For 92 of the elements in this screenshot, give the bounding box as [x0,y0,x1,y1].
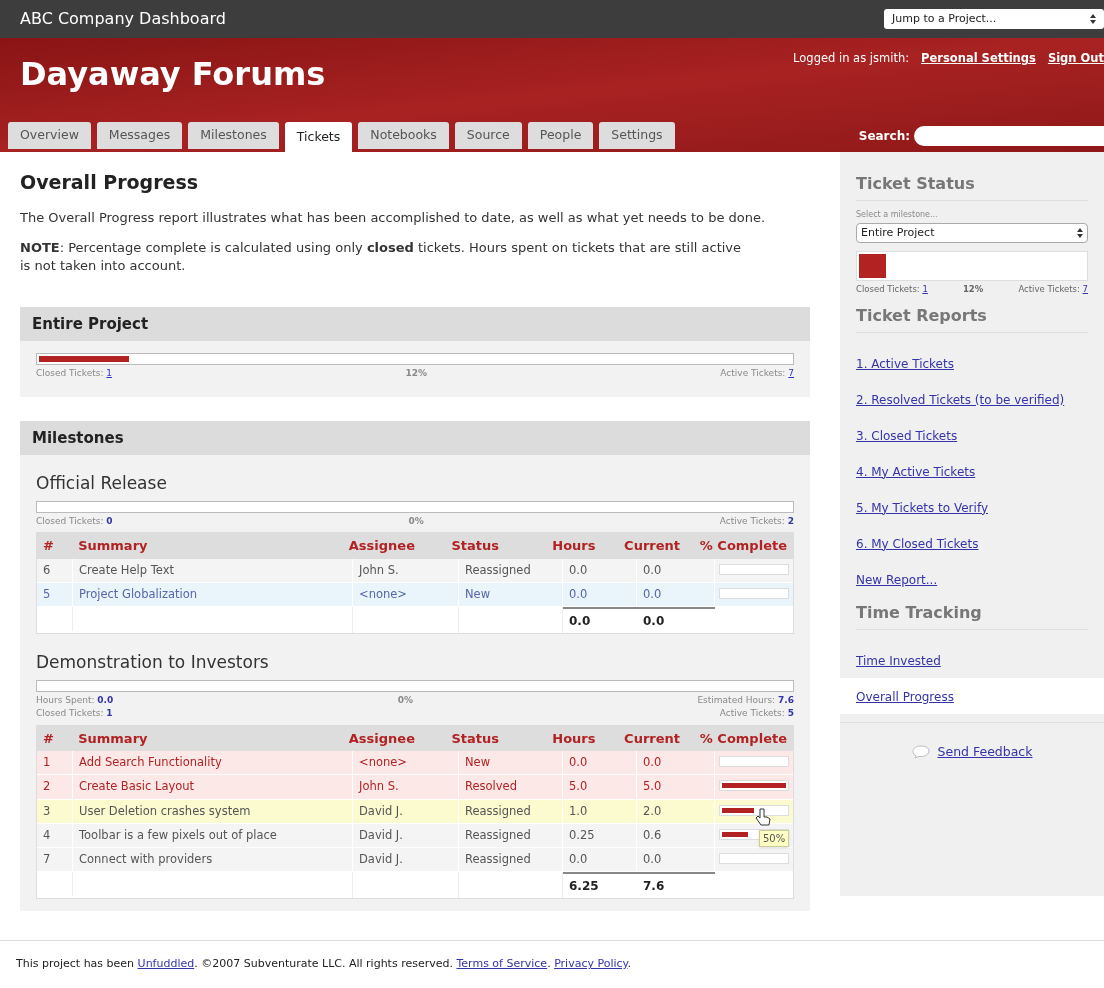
column-header: Hours [551,729,597,748]
table-cell: <none> [353,751,459,775]
table-cell: 0.0 [563,848,637,872]
total-cell: 6.25 [563,872,637,899]
table-cell: 1 [37,751,73,775]
table-cell: User Deletion crashes system [73,799,353,823]
sidebar-heading: Time Tracking [856,600,1088,630]
project-title: Dayaway Forums [20,54,326,95]
table-cell: <none> [353,582,459,606]
table-cell: 0.0 [637,558,715,582]
percent-text: 0% [397,693,413,707]
table-cell: 2 [37,775,73,799]
column-header: Status [450,537,501,555]
table-cell: Add Search Functionality [73,751,353,775]
table-cell: Reassigned [459,558,563,582]
table-cell: Project Globalization [73,582,353,606]
dashboard-title: ABC Company Dashboard [20,8,226,30]
column-header: Current [623,729,681,748]
stat-text: Closed Tickets: 1 [36,707,114,720]
column-header: # [42,537,55,555]
stat-text: Closed Tickets: 1 [36,367,113,380]
table-cell: 3 [37,799,73,823]
milestone-title: Demonstration to Investors [36,651,270,674]
note-text: NOTE: Percentage complete is calculated using only closed tickets. Hours spent on tickets that are still active is not taken into account. [20,238,743,275]
search-label: Search: [858,128,910,145]
footer-text: . [547,957,552,971]
table-cell: Create Basic Layout [73,775,353,799]
column-header: Current [623,537,681,555]
table-cell: David J. [353,799,459,823]
table-cell: 0.0 [637,582,715,606]
percent-text: 0% [408,514,424,528]
table-cell: 0.0 [637,751,715,775]
table-cell: 0.0 [563,558,637,582]
column-header: Summary [77,537,149,555]
table-cell: Connect with providers [73,848,353,872]
table-cell: New [459,751,563,775]
percent-text: 12% [962,283,984,296]
column-header: Status [450,729,501,748]
page-title: Overall Progress [20,170,200,195]
footer-text: This project has been [16,957,136,971]
table-cell: New [459,582,563,606]
table-cell: 5.0 [637,775,715,799]
stat-text: Active Tickets: 7 [720,367,794,380]
total-cell: 7.6 [637,872,715,899]
column-header: % Complete [698,537,788,555]
stat-text: Closed Tickets: 1 [856,283,928,296]
column-header: % Complete [698,729,788,748]
table-cell: John S. [353,775,459,799]
sidebar-heading: Ticket Reports [856,303,1088,333]
table-cell: Resolved [459,775,563,799]
stat-text: Active Tickets: 7 [1018,283,1088,296]
sidebar-heading: Ticket Status [856,172,1088,201]
section-heading: Entire Project [20,306,810,341]
table-cell: 7 [37,848,73,872]
column-header: Assignee [347,729,416,748]
intro-text: The Overall Progress report illustrates what has been accomplished to date, as well as what yet needs to be done. [20,208,767,227]
table-cell: Reassigned [459,823,563,847]
column-header: Assignee [347,537,416,555]
table-cell: David J. [353,848,459,872]
stat-text: Estimated Hours: 7.6 [697,693,794,707]
table-cell: 4 [37,823,73,847]
milestone-title: Official Release [36,472,168,495]
table-cell: 0.25 [563,823,637,847]
column-header: # [42,729,55,748]
stat-text: Closed Tickets: 0 [36,514,113,528]
column-header: Hours [551,537,597,555]
table-cell: David J. [353,823,459,847]
table-cell: Reassigned [459,848,563,872]
table-cell: 0.0 [563,751,637,775]
stat-text: Active Tickets: 5 [718,707,794,720]
percent-text: 12% [405,367,427,380]
table-cell: 1.0 [563,799,637,823]
select-label: Select a milestone... [856,209,939,221]
table-cell: Toolbar is a few pixels out of place [73,823,353,847]
table-cell: 0.6 [637,823,715,847]
table-cell: 6 [37,558,73,582]
table-cell: 5.0 [563,775,637,799]
stat-text: Active Tickets: 2 [719,514,794,528]
total-cell: 0.0 [637,607,715,633]
section-heading: Milestones [20,420,810,455]
table-cell: John S. [353,558,459,582]
total-cell: 0.0 [563,607,637,633]
table-cell: 0.0 [637,848,715,872]
table-cell: Create Help Text [73,558,353,582]
table-cell: 0.0 [563,582,637,606]
stat-text: Hours Spent: 0.0 [36,693,114,707]
table-cell: Reassigned [459,799,563,823]
logged-in-text: Logged in as jsmith: [793,50,910,67]
table-cell: 5 [37,582,73,606]
table-cell: 2.0 [637,799,715,823]
footer-text: . ©2007 Subventurate LLC. All rights reserved. [194,957,454,971]
column-header: Summary [77,729,149,748]
